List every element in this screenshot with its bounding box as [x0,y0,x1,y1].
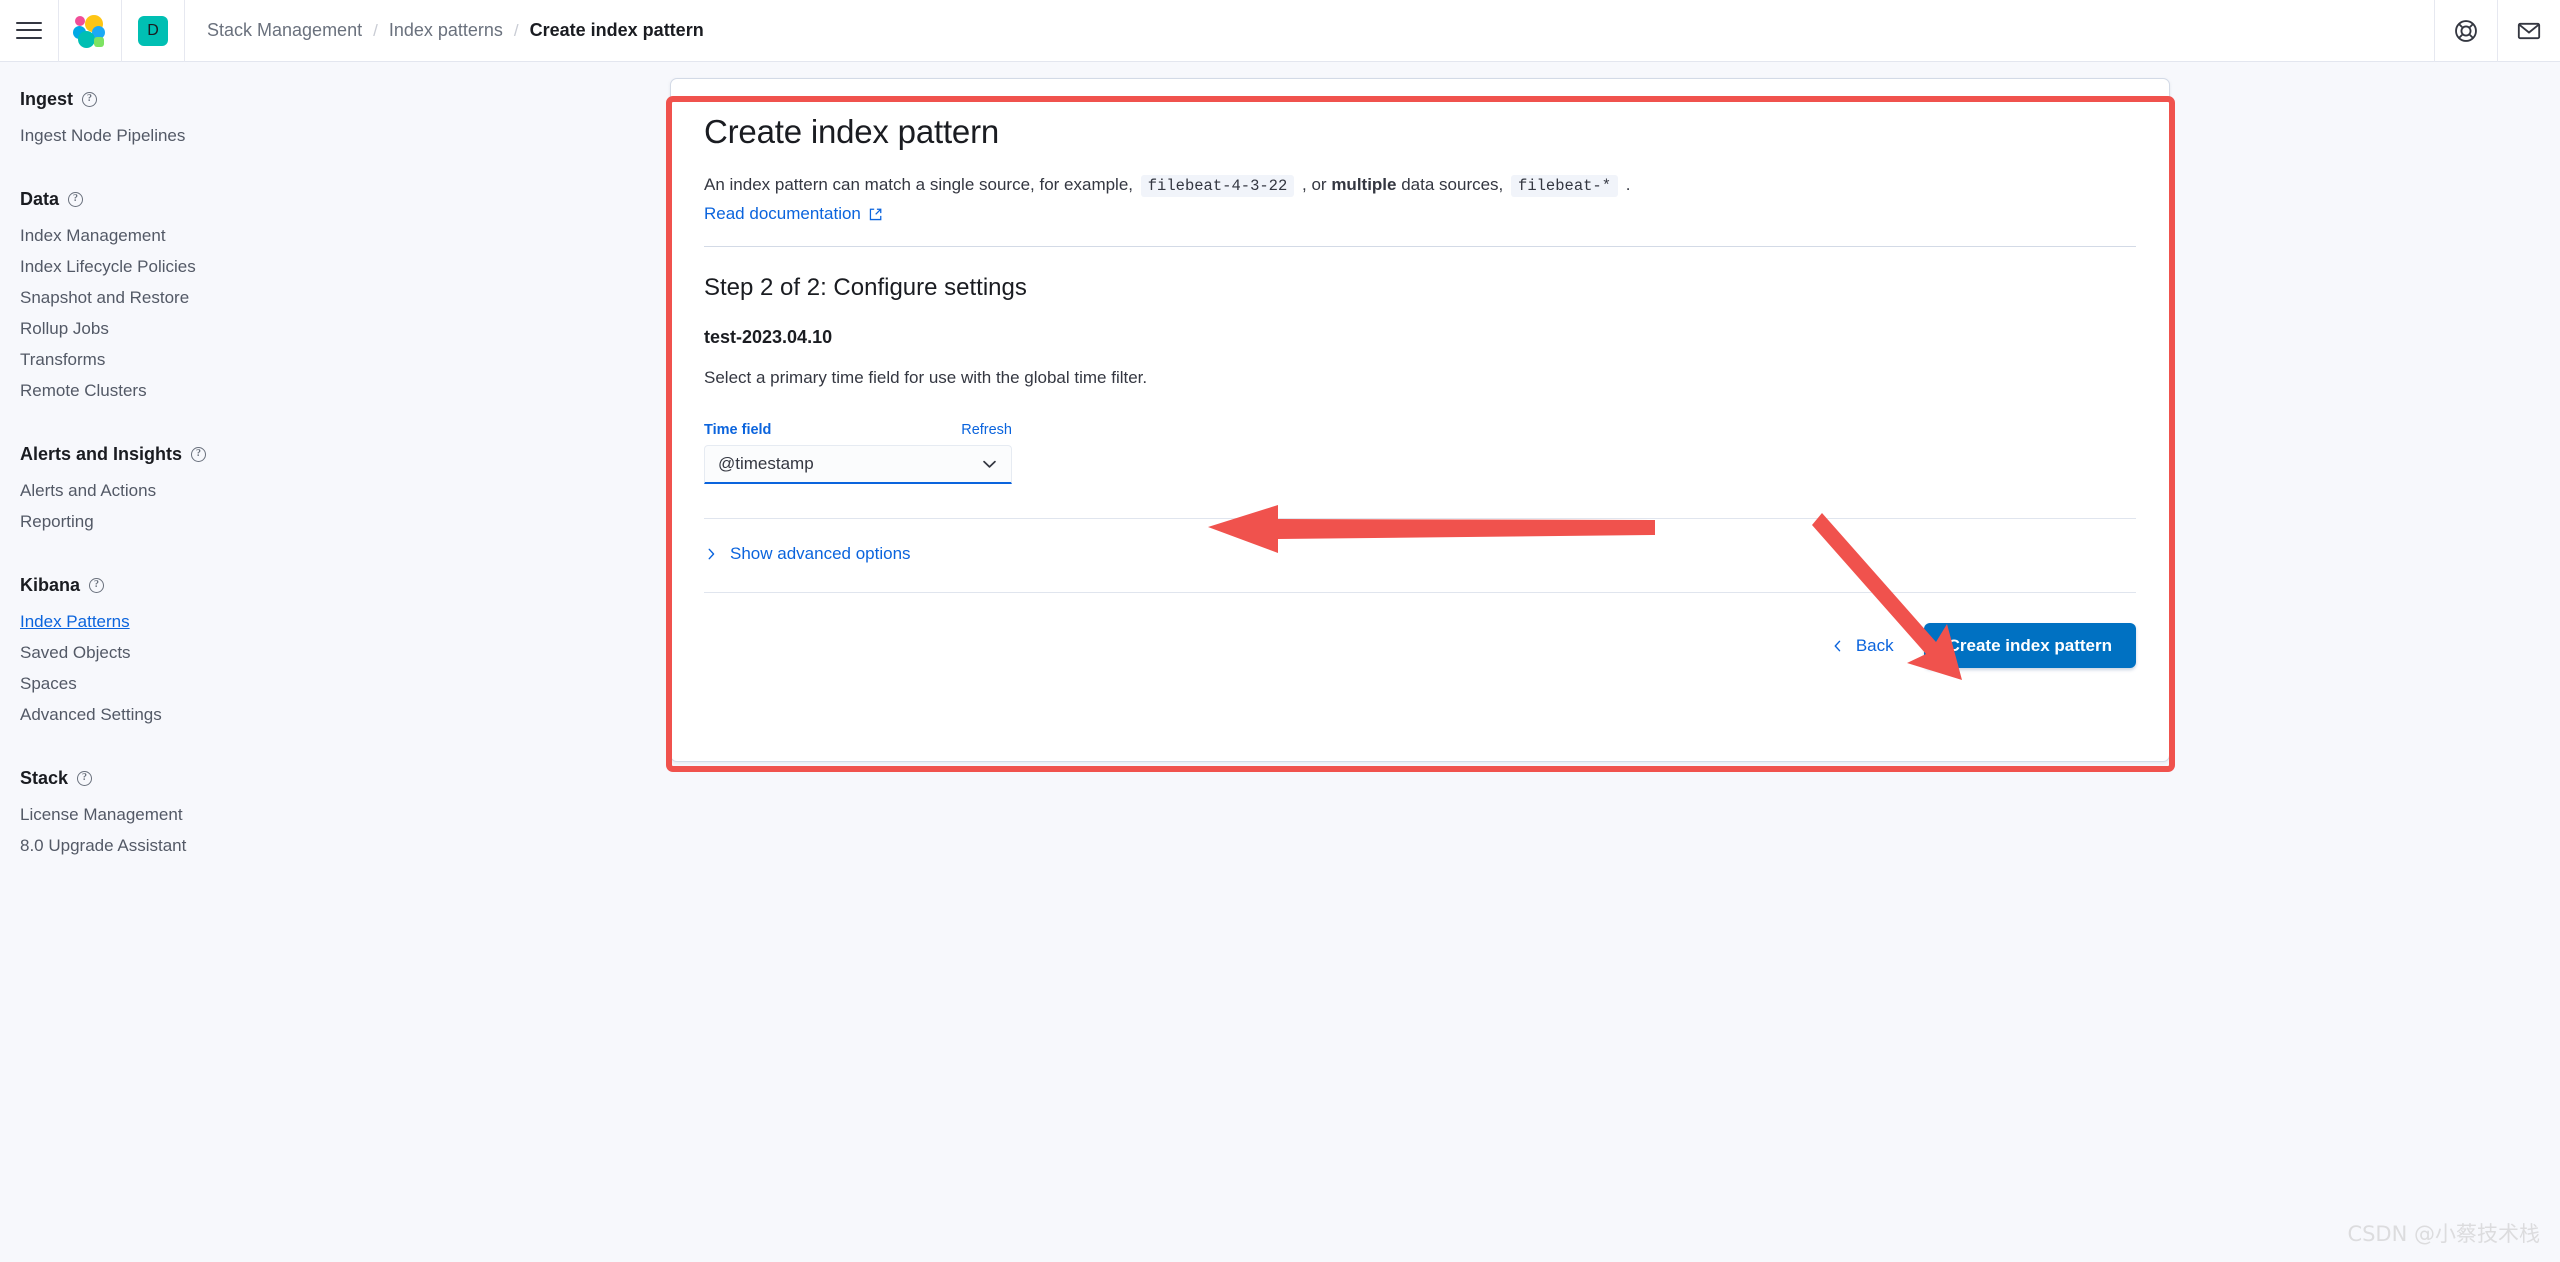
time-field-description: Select a primary time field for use with… [704,368,1148,388]
hamburger-menu-icon [16,21,42,40]
sidebar-item-remote-clusters[interactable]: Remote Clusters [20,375,400,406]
sidebar-group-label: Ingest [20,88,74,109]
sidebar-group-stack: Stack ? License Management 8.0 Upgrade A… [20,763,400,861]
news-feed-button[interactable] [2498,0,2560,62]
sidebar-group-ingest: Ingest ? Ingest Node Pipelines [20,84,400,151]
description-text-part-3: data sources, [1401,175,1504,194]
read-documentation-link[interactable]: Read documentation [704,204,883,224]
sidebar-group-label: Data [20,188,60,209]
create-index-pattern-button[interactable]: Create index pattern [1923,623,2136,669]
watermark: CSDN @小蔡技术栈 [2347,1222,2540,1246]
question-circle-icon[interactable]: ? [82,91,98,107]
sidebar-item-license-management[interactable]: License Management [20,799,400,830]
question-circle-icon[interactable]: ? [77,770,93,786]
external-link-icon [869,208,882,220]
time-field-header: Time field Refresh [704,422,1012,438]
avatar: D [138,15,168,46]
question-circle-icon[interactable]: ? [191,446,207,462]
index-pattern-name: test-2023.04.10 [704,327,833,348]
chevron-right-icon [708,548,715,560]
sidebar-group-title-kibana: Kibana ? [20,570,400,600]
show-advanced-options-toggle[interactable]: Show advanced options [704,544,911,564]
back-button[interactable]: Back [1830,636,1894,656]
read-documentation-label: Read documentation [704,204,861,224]
time-field-select[interactable]: @timestamp [704,445,1012,485]
code-example-single-source: filebeat-4-3-22 [1140,175,1295,197]
sidebar-item-snapshot-and-restore[interactable]: Snapshot and Restore [20,282,400,313]
sidebar-group-data: Data ? Index Management Index Lifecycle … [20,184,400,406]
sidebar-group-title-ingest: Ingest ? [20,84,400,114]
time-field-label: Time field [704,422,772,439]
sidebar-group-label: Alerts and Insights [20,443,183,464]
panel-footer-actions: Back Create index pattern [704,623,2136,669]
elastic-logo-icon [73,14,107,48]
sidebar-group-label: Kibana [20,574,81,595]
sidebar-group-title-alerts-and-insights: Alerts and Insights ? [20,439,400,469]
management-sidebar: Ingest ? Ingest Node Pipelines Data ? In… [0,62,400,1262]
space-switcher-button[interactable]: D [122,0,184,62]
question-circle-icon[interactable]: ? [68,191,84,207]
step-title: Step 2 of 2: Configure settings [704,274,1027,302]
breadcrumb-item-stack-management[interactable]: Stack Management [207,20,362,41]
top-header-bar: D Stack Management / Index patterns / Cr… [0,0,2560,62]
hamburger-menu-button[interactable] [0,0,58,62]
sidebar-group-title-data: Data ? [20,184,400,214]
breadcrumb-separator: / [513,20,519,40]
sidebar-group-alerts-and-insights: Alerts and Insights ? Alerts and Actions… [20,439,400,537]
header-actions [2434,0,2560,62]
sidebar-item-ingest-node-pipelines[interactable]: Ingest Node Pipelines [20,120,400,151]
breadcrumb-item-create-index-pattern[interactable]: Create index pattern [530,20,704,41]
sidebar-group-label: Stack [20,767,69,788]
breadcrumb-separator: / [373,20,378,40]
sidebar-item-rollup-jobs[interactable]: Rollup Jobs [20,313,400,344]
time-field-form-row: Time field Refresh @timestamp [704,422,1012,485]
sidebar-item-alerts-and-actions[interactable]: Alerts and Actions [20,475,400,506]
show-advanced-options-label: Show advanced options [730,544,911,564]
sidebar-group-title-stack: Stack ? [20,763,400,793]
description-text-part-2: , or [1302,175,1327,194]
sidebar-item-upgrade-assistant[interactable]: 8.0 Upgrade Assistant [20,830,400,861]
sidebar-item-transforms[interactable]: Transforms [20,344,400,375]
chevron-left-icon [1834,640,1841,652]
breadcrumb: Stack Management / Index patterns / Crea… [185,0,704,62]
section-divider [704,518,2136,520]
panel-description: An index pattern can match a single sour… [704,172,2136,198]
section-divider [704,246,2136,248]
sidebar-item-saved-objects[interactable]: Saved Objects [20,637,400,668]
sidebar-item-advanced-settings[interactable]: Advanced Settings [20,699,400,730]
sidebar-item-reporting[interactable]: Reporting [20,506,400,537]
breadcrumb-item-index-patterns[interactable]: Index patterns [389,20,503,41]
elastic-home-button[interactable] [59,0,121,62]
sidebar-group-kibana: Kibana ? Index Patterns Saved Objects Sp… [20,570,400,730]
news-mail-icon [2517,22,2541,40]
description-bold-multiple: multiple [1331,175,1397,194]
chevron-down-icon [983,461,996,468]
question-circle-icon[interactable]: ? [89,577,105,593]
sidebar-item-index-lifecycle-policies[interactable]: Index Lifecycle Policies [20,251,400,282]
sidebar-item-index-management[interactable]: Index Management [20,220,400,251]
page-title: Create index pattern [704,113,1000,150]
create-index-pattern-panel: Create index pattern An index pattern ca… [670,78,2170,762]
description-text-part-1: An index pattern can match a single sour… [704,175,1134,194]
description-text-part-4: . [1625,175,1631,194]
sidebar-item-spaces[interactable]: Spaces [20,668,400,699]
help-menu-button[interactable] [2435,0,2497,62]
code-example-wildcard: filebeat-* [1511,175,1619,197]
refresh-fields-link[interactable]: Refresh [961,422,1012,438]
help-life-ring-icon [2455,20,2477,42]
time-field-selected-value: @timestamp [718,454,814,474]
sidebar-item-index-patterns[interactable]: Index Patterns [20,606,400,637]
section-divider [704,592,2136,594]
back-button-label: Back [1855,635,1894,655]
